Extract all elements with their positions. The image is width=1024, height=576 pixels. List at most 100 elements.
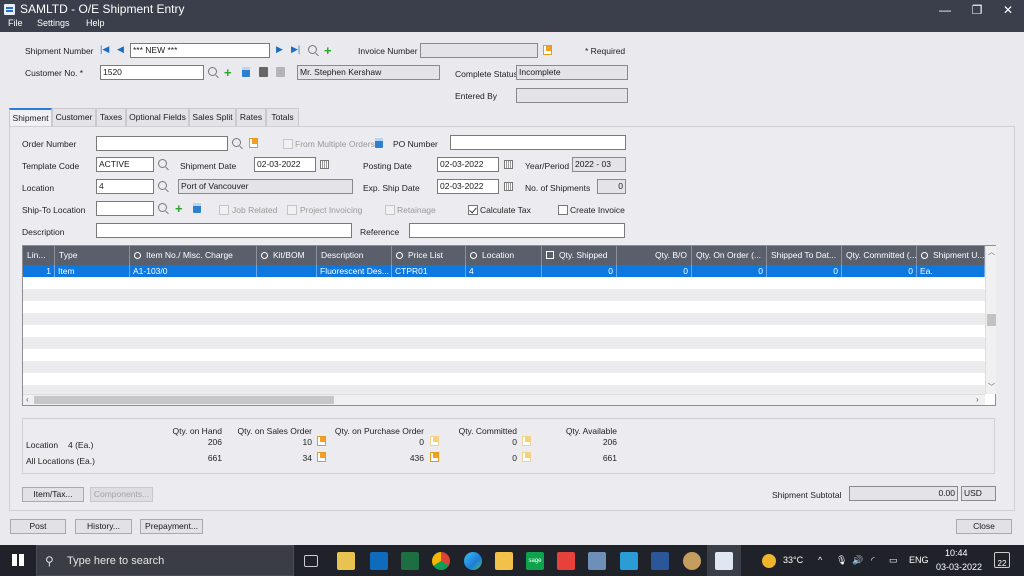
battery-icon[interactable]: ▭ <box>889 555 898 566</box>
from-multiple-orders-checkbox[interactable] <box>283 139 293 149</box>
chrome-icon[interactable] <box>432 552 450 570</box>
drilldown-icon[interactable] <box>543 45 552 55</box>
empty-row[interactable] <box>23 385 985 394</box>
customer-inquiry-icon[interactable] <box>276 67 285 77</box>
drilldown-icon[interactable] <box>522 452 531 462</box>
drilldown-icon[interactable] <box>317 452 326 462</box>
search-icon[interactable] <box>308 45 317 54</box>
column-description[interactable]: Description <box>317 246 392 265</box>
column-kit-bom[interactable]: Kit/BOM <box>257 246 317 265</box>
ship-to-search-icon[interactable] <box>158 203 167 212</box>
empty-row[interactable] <box>23 349 985 361</box>
weather-temperature[interactable]: 33°C <box>783 555 803 565</box>
network-icon[interactable] <box>588 552 606 570</box>
buildings-icon[interactable] <box>620 552 638 570</box>
edge-icon[interactable] <box>464 552 482 570</box>
column-qty-bo[interactable]: Qty. B/O <box>617 246 692 265</box>
restore-button[interactable]: ❐ <box>962 2 992 18</box>
drilldown-icon[interactable] <box>522 436 531 446</box>
windows-start-icon[interactable] <box>12 554 24 566</box>
paint-icon[interactable] <box>683 552 701 570</box>
column-price-list[interactable]: Price List <box>392 246 466 265</box>
column-item-no[interactable]: Item No./ Misc. Charge <box>130 246 257 265</box>
order-number-input[interactable] <box>96 136 228 151</box>
shipment-number-input[interactable]: *** NEW *** <box>130 43 270 58</box>
column-qty-on-order[interactable]: Qty. On Order (... <box>692 246 767 265</box>
order-drilldown-icon[interactable] <box>249 138 258 148</box>
task-view-icon[interactable] <box>304 555 318 567</box>
project-invoicing-checkbox[interactable] <box>287 205 297 215</box>
horizontal-scrollbar[interactable]: ‹ › <box>23 394 985 405</box>
shipment-date-calendar-icon[interactable] <box>320 160 329 169</box>
post-button[interactable]: Post <box>10 519 66 534</box>
ship-to-add-icon[interactable]: + <box>175 202 183 215</box>
order-info-icon[interactable] <box>375 138 383 148</box>
location-input[interactable]: 4 <box>96 179 154 194</box>
tab-totals[interactable]: Totals <box>266 108 299 126</box>
column-shipped-to-date[interactable]: Shipped To Dat... <box>767 246 842 265</box>
components-button[interactable]: Components... <box>90 487 153 502</box>
scroll-down-icon[interactable]: ﹀ <box>988 382 995 392</box>
close-button[interactable]: Close <box>956 519 1012 534</box>
microphone-icon[interactable]: 🎙 <box>836 555 847 566</box>
po-number-input[interactable] <box>450 135 626 150</box>
column-location[interactable]: Location <box>466 246 542 265</box>
tab-rates[interactable]: Rates <box>236 108 266 126</box>
tab-shipment[interactable]: Shipment <box>9 108 52 127</box>
empty-row[interactable] <box>23 301 985 313</box>
posting-date-input[interactable]: 02-03-2022 <box>437 157 499 172</box>
column-shipment-uom[interactable]: Shipment U... <box>917 246 985 265</box>
template-code-input[interactable]: ACTIVE <box>96 157 154 172</box>
prepayment-button[interactable]: Prepayment... <box>140 519 203 534</box>
file-explorer-icon[interactable] <box>495 552 513 570</box>
column-type[interactable]: Type <box>55 246 130 265</box>
customer-no-input[interactable]: 1520 <box>100 65 204 80</box>
show-hidden-icons[interactable]: ^ <box>818 555 822 565</box>
ship-to-location-input[interactable] <box>96 201 154 216</box>
calculate-tax-checkbox[interactable] <box>468 205 478 215</box>
job-related-checkbox[interactable] <box>219 205 229 215</box>
vertical-scrollbar[interactable]: ︿ ﹀ <box>985 246 996 394</box>
excel-icon[interactable] <box>401 552 419 570</box>
retainage-checkbox[interactable] <box>385 205 395 215</box>
previous-record-icon[interactable]: ◀ <box>117 44 124 55</box>
word-icon[interactable] <box>651 552 669 570</box>
outlook-icon[interactable] <box>370 552 388 570</box>
customer-search-icon[interactable] <box>208 67 217 76</box>
scroll-thumb[interactable] <box>987 314 996 326</box>
column-qty-committed[interactable]: Qty. Committed (... <box>842 246 917 265</box>
item-tax-button[interactable]: Item/Tax... <box>22 487 84 502</box>
order-search-icon[interactable] <box>232 138 241 147</box>
volume-icon[interactable]: 🔊 <box>852 555 863 566</box>
menu-file[interactable]: File <box>8 18 23 28</box>
customer-credit-check-icon[interactable] <box>259 67 268 77</box>
create-invoice-checkbox[interactable] <box>558 205 568 215</box>
exp-ship-date-calendar-icon[interactable] <box>504 182 513 191</box>
menu-settings[interactable]: Settings <box>37 18 70 28</box>
empty-row[interactable] <box>23 277 985 289</box>
empty-row[interactable] <box>23 337 985 349</box>
description-input[interactable] <box>96 223 352 238</box>
shipment-date-input[interactable]: 02-03-2022 <box>254 157 316 172</box>
customer-add-icon[interactable]: + <box>224 66 232 79</box>
scroll-left-icon[interactable]: ‹ <box>26 395 29 404</box>
column-line[interactable]: Lin... <box>23 246 55 265</box>
notifications-icon[interactable]: 22 <box>994 552 1010 568</box>
menu-help[interactable]: Help <box>86 18 105 28</box>
empty-row[interactable] <box>23 289 985 301</box>
drilldown-icon[interactable] <box>430 452 439 462</box>
hscroll-thumb[interactable] <box>34 396 334 404</box>
last-record-icon[interactable]: ▶| <box>291 44 300 55</box>
posting-date-calendar-icon[interactable] <box>504 160 513 169</box>
taskbar-search[interactable]: ⚲ Type here to search <box>36 545 294 576</box>
exp-ship-date-input[interactable]: 02-03-2022 <box>437 179 499 194</box>
tab-optional-fields[interactable]: Optional Fields <box>126 108 189 126</box>
empty-row[interactable] <box>23 325 985 337</box>
red-app-icon[interactable] <box>557 552 575 570</box>
shipment-entry-app-icon[interactable] <box>715 552 733 570</box>
column-qty-shipped[interactable]: Qty. Shipped <box>542 246 617 265</box>
scroll-up-icon[interactable]: ︿ <box>988 247 995 257</box>
drilldown-icon[interactable] <box>317 436 326 446</box>
tab-sales-split[interactable]: Sales Split <box>189 108 236 126</box>
wifi-icon[interactable]: ◜ <box>871 555 875 566</box>
